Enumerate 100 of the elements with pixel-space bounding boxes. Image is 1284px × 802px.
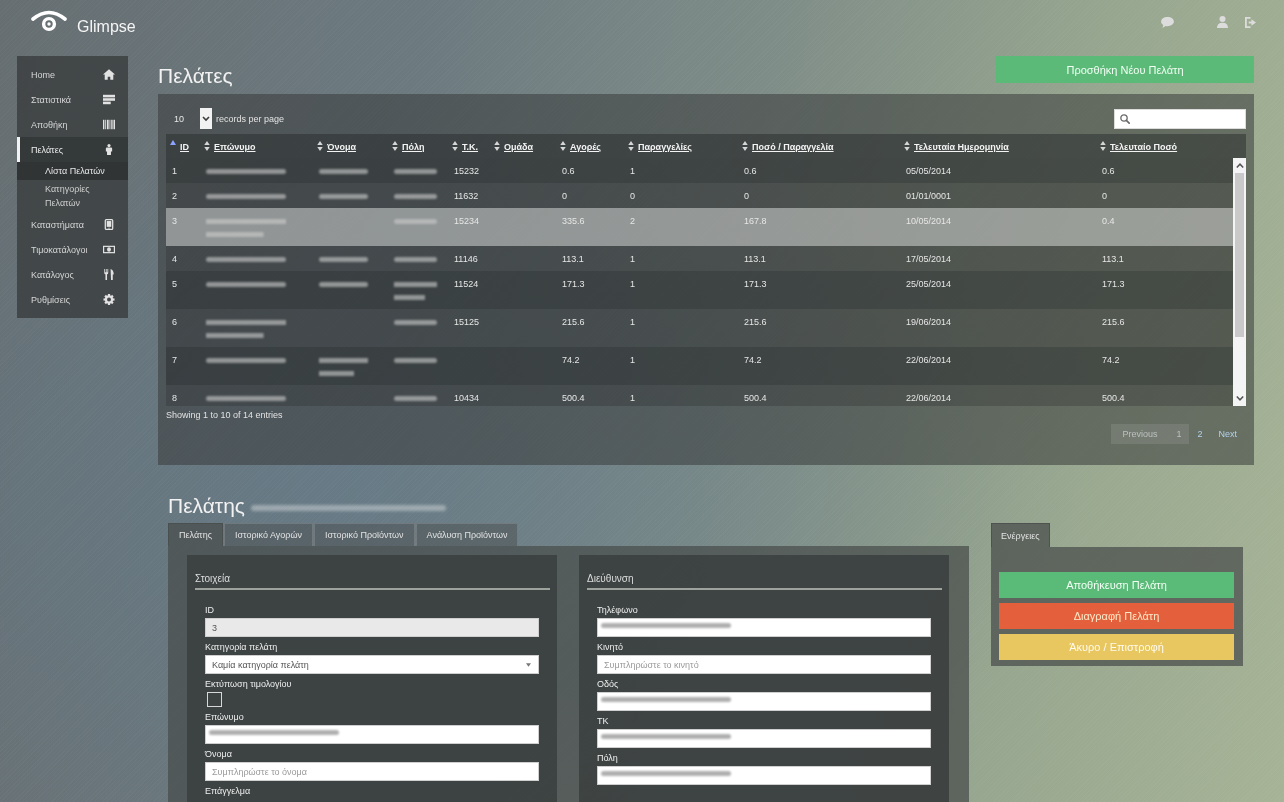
column-header[interactable]: ID — [166, 134, 200, 158]
table-cell: 8 — [166, 385, 200, 406]
search-field[interactable] — [1114, 108, 1246, 129]
table-cell: 215.6 — [556, 309, 624, 347]
tab[interactable]: Ιστορικό Αγορών — [224, 523, 313, 546]
chevron-down-icon — [200, 108, 212, 129]
table-cell: 2 — [166, 183, 200, 208]
table-cell: 0 — [556, 183, 624, 208]
table-cell: 113.1 — [738, 246, 900, 271]
text-field[interactable]: Συμπληρώστε το κινητό — [597, 655, 931, 674]
actions-tab[interactable]: Ενέργειες — [991, 523, 1050, 547]
tab[interactable]: Ανάλυση Προϊόντων — [415, 523, 519, 546]
table-cell: 11632 — [448, 183, 490, 208]
text-field[interactable] — [597, 766, 931, 785]
sidebar-item[interactable]: Καταστήματα — [17, 212, 128, 237]
table-cell: 0.6 — [556, 158, 624, 183]
text-field[interactable]: Συμπληρώστε το όνομα — [205, 762, 539, 781]
table-row[interactable]: 2 11632 0 0 0 01/01/0001 0 — [166, 183, 1233, 208]
field-label: Εκτύπωση τιμολογίου — [205, 678, 293, 690]
sidebar-subitem[interactable]: Λίστα Πελατών — [17, 162, 128, 180]
table-cell: 11524 — [448, 271, 490, 309]
field-label: Κινητό — [597, 641, 625, 653]
customer-title: Πελάτης — [168, 493, 245, 519]
table-cell: 5 — [166, 271, 200, 309]
table-cell: 167.8 — [738, 208, 900, 246]
text-field[interactable] — [205, 725, 539, 744]
bars-icon — [103, 94, 115, 105]
scrollbar-thumb[interactable] — [1235, 173, 1244, 337]
tab[interactable]: Ιστορικό Προϊόντων — [314, 523, 415, 546]
column-header[interactable]: Πόλη — [388, 134, 448, 158]
table-cell: 1 — [624, 158, 738, 183]
table-row[interactable]: 5 11524 171.3 1 171.3 25/05/2014 171.3 — [166, 271, 1233, 309]
column-header[interactable]: Τελευταίο Ποσό — [1096, 134, 1233, 158]
field-label: Όνομα — [205, 748, 233, 760]
scrollbar[interactable] — [1233, 158, 1246, 406]
table-cell: 6 — [166, 309, 200, 347]
sidebar-item[interactable]: Αποθήκη — [17, 112, 128, 137]
page-size-select[interactable]: 10 — [166, 108, 212, 129]
text-field[interactable] — [597, 729, 931, 748]
table-row[interactable]: 1 15232 0.6 1 0.6 05/05/2014 0.6 — [166, 158, 1233, 183]
column-header[interactable]: Αγορές — [556, 134, 624, 158]
table-cell: 0.4 — [1096, 208, 1233, 246]
table-row[interactable]: 6 15125 215.6 1 215.6 19/06/2014 215.6 — [166, 309, 1233, 347]
table-cell: 215.6 — [738, 309, 900, 347]
column-header[interactable]: Τ.Κ. — [448, 134, 490, 158]
table-cell: 22/06/2014 — [900, 347, 1096, 385]
sidebar-item[interactable]: Τιμοκατάλογοι — [17, 237, 128, 262]
home-icon — [103, 69, 115, 80]
sidebar-subitem[interactable]: Κατηγορίες Πελατών — [17, 180, 128, 212]
sidebar-item[interactable]: Home — [17, 62, 128, 87]
table-cell: 500.4 — [1096, 385, 1233, 406]
sidebar-item[interactable]: Στατιστικά — [17, 87, 128, 112]
table-cell: 15232 — [448, 158, 490, 183]
banknote-icon — [103, 244, 115, 255]
field-label: Επάγγελμα — [205, 785, 252, 797]
sidebar-item[interactable]: Ρυθμίσεις — [17, 287, 128, 312]
table-cell: 10/05/2014 — [900, 208, 1096, 246]
search-icon — [1120, 113, 1130, 124]
table-cell: 171.3 — [556, 271, 624, 309]
text-field[interactable] — [597, 618, 931, 637]
table-cell: 7 — [166, 347, 200, 385]
column-header[interactable]: Επώνυμο — [200, 134, 313, 158]
table-row[interactable]: 8 10434 500.4 1 500.4 22/06/2014 500.4 — [166, 385, 1233, 406]
text-field[interactable] — [597, 692, 931, 711]
table-cell: 1 — [166, 158, 200, 183]
field-label: Κατηγορία πελάτη — [205, 641, 279, 653]
text-field: 3 — [205, 618, 539, 637]
logout-icon[interactable] — [1245, 16, 1256, 28]
table-cell: 10434 — [448, 385, 490, 406]
scroll-down-icon[interactable] — [1235, 396, 1244, 401]
page-title: Πελάτες — [158, 63, 233, 89]
column-header[interactable]: Ομάδα — [490, 134, 556, 158]
tablet-icon — [103, 219, 115, 230]
sidebar-item[interactable]: Πελάτες — [17, 137, 128, 162]
field-label: ΤΚ — [597, 715, 610, 727]
entries-info: Showing 1 to 10 of 14 entries — [166, 409, 284, 421]
records-per-page-label: records per page — [216, 113, 285, 124]
table-cell: 0 — [1096, 183, 1233, 208]
column-header[interactable]: Ποσό / Παραγγελία — [738, 134, 900, 158]
table-cell: 1 — [624, 385, 738, 406]
table-cell: 17/05/2014 — [900, 246, 1096, 271]
table-row[interactable]: 7 74.2 1 74.2 22/06/2014 74.2 — [166, 347, 1233, 385]
section-title: Διεύθυνση — [587, 573, 942, 590]
section-title: Στοιχεία — [195, 573, 550, 590]
table-cell: 0 — [738, 183, 900, 208]
checkbox[interactable] — [207, 692, 222, 707]
select-field[interactable]: Καμία κατηγορία πελάτη — [205, 655, 539, 674]
column-header[interactable]: Όνομα — [313, 134, 388, 158]
chat-bubble-icon[interactable] — [1161, 16, 1174, 28]
scroll-up-icon[interactable] — [1235, 163, 1244, 168]
field-label: Τηλέφωνο — [597, 604, 639, 616]
column-header[interactable]: Παραγγελίες — [624, 134, 738, 158]
tab[interactable]: Πελάτης — [168, 523, 223, 546]
user-icon[interactable] — [1217, 16, 1228, 28]
sidebar-item[interactable]: Κατάλογος — [17, 262, 128, 287]
barcode-icon — [103, 119, 115, 130]
table-cell: 01/01/0001 — [900, 183, 1096, 208]
column-header[interactable]: Τελευταία Ημερομηνία — [900, 134, 1096, 158]
table-row[interactable]: 4 11146 113.1 1 113.1 17/05/2014 113.1 — [166, 246, 1233, 271]
table-cell: 19/06/2014 — [900, 309, 1096, 347]
